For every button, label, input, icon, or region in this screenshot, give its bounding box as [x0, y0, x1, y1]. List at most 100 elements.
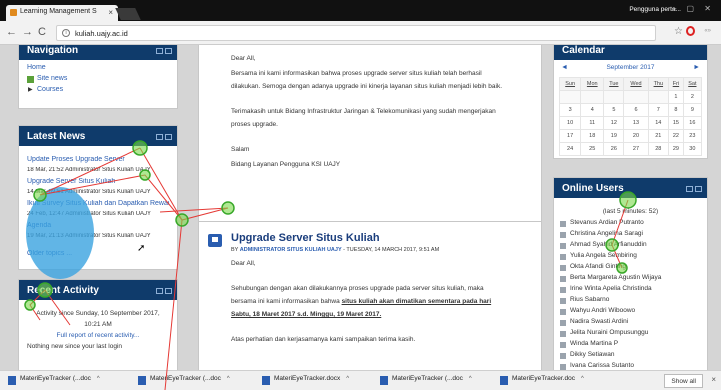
calendar-day[interactable]: 24 [558, 142, 582, 156]
extensions-icon[interactable]: «» [704, 28, 711, 34]
caret-up-icon[interactable]: ^ [346, 376, 349, 382]
online-user-item[interactable]: Yulia Angela Sembiring [560, 252, 701, 263]
online-users-subtitle: (last 5 minutes: 52) [602, 208, 659, 215]
block-controls-icon[interactable] [684, 184, 702, 195]
block-controls-icon[interactable] [154, 46, 172, 57]
online-user-item[interactable]: Ivana Carissa Sutanto [560, 362, 701, 370]
caret-up-icon[interactable]: ^ [97, 376, 100, 382]
calendar-day[interactable]: 3 [558, 103, 582, 117]
calendar-day[interactable]: 8 [668, 103, 684, 117]
bookmark-star-icon[interactable]: ☆ [674, 26, 683, 37]
post-paragraph: Sehubungan dengan akan dilakukannya pros… [231, 285, 484, 292]
calendar-day[interactable]: 16 [682, 116, 703, 130]
calendar-prev-icon[interactable]: ◄ [561, 64, 568, 71]
post-date: - TUESDAY, 14 MARCH 2017, 9:51 AM [341, 247, 440, 253]
nav-courses-link[interactable]: ▶ Courses [27, 86, 169, 97]
page-content: Navigation Home Site news ▶ Courses Late… [0, 45, 721, 370]
word-doc-icon [500, 376, 508, 385]
calendar-day[interactable]: 19 [603, 129, 625, 143]
calendar-day[interactable]: 18 [580, 129, 605, 143]
block-controls-icon[interactable] [154, 286, 172, 297]
navigation-block: Navigation Home Site news ▶ Courses [18, 45, 178, 109]
calendar-day[interactable]: 20 [623, 129, 649, 143]
download-item[interactable]: MateriEyeTracker.docx ^ [262, 375, 349, 388]
calendar-day[interactable]: 17 [558, 129, 582, 143]
navigation-title: Navigation [27, 45, 79, 56]
online-user-item[interactable]: Winda Martina P [560, 340, 701, 351]
calendar-day[interactable]: 23 [682, 129, 703, 143]
calendar-day[interactable]: 2 [682, 90, 703, 104]
online-user-item[interactable]: Jelita Nuraini Ompusunggu [560, 329, 701, 340]
close-shelf-icon[interactable]: × [711, 375, 716, 384]
caret-up-icon[interactable]: ^ [581, 376, 584, 382]
calendar-day[interactable]: 6 [623, 103, 649, 117]
post-greeting: Dear All, [231, 55, 256, 62]
expand-triangle-icon[interactable]: ▶ [28, 86, 33, 93]
news-item-title[interactable]: Upgrade Server Situs Kuliah [27, 178, 169, 189]
calendar-day[interactable]: 11 [580, 116, 605, 130]
word-doc-icon [262, 376, 270, 385]
tab-close-icon[interactable]: × [108, 8, 113, 17]
calendar-day[interactable]: 25 [580, 142, 605, 156]
calendar-day[interactable]: 22 [668, 129, 684, 143]
calendar-day[interactable]: 15 [668, 116, 684, 130]
online-user-item[interactable]: Christina Angelina Saragi [560, 230, 701, 241]
download-item[interactable]: MateriEyeTracker (...doc ^ [8, 375, 100, 388]
download-item[interactable]: MateriEyeTracker (...doc ^ [380, 375, 472, 388]
download-item[interactable]: MateriEyeTracker (...doc ^ [138, 375, 230, 388]
back-arrow-icon[interactable]: ← [6, 26, 17, 38]
online-user-item[interactable]: Okta Afandi Ginting [560, 263, 701, 274]
address-bar[interactable]: i kuliah.uajy.ac.id [56, 25, 656, 41]
nav-site-news-link[interactable]: Site news [27, 75, 169, 86]
calendar-day[interactable]: 9 [682, 103, 703, 117]
online-user-item[interactable]: Wahyu Andri Wiboowo [560, 307, 701, 318]
browser-tab[interactable]: Learning Management S × [6, 5, 118, 21]
nav-home-link[interactable]: Home [27, 64, 169, 75]
calendar-weekday: Wed [623, 77, 649, 91]
forum-icon [27, 76, 34, 83]
online-user-item[interactable]: Ahmad Syahid Arfianuddin [560, 241, 701, 252]
calendar-day[interactable]: 14 [647, 116, 670, 130]
post-title-link[interactable]: Upgrade Server Situs Kuliah [231, 232, 541, 244]
calendar-day[interactable]: 13 [623, 116, 649, 130]
calendar-next-icon[interactable]: ► [693, 64, 700, 71]
calendar-day[interactable]: 29 [668, 142, 684, 156]
calendar-day[interactable]: 10 [558, 116, 582, 130]
online-user-item[interactable]: Berta Margareta Agustin Wijaya [560, 274, 701, 285]
news-item-title[interactable]: Update Proses Upgrade Server [27, 156, 169, 167]
block-controls-icon[interactable] [154, 132, 172, 143]
calendar-month[interactable]: September 2017 [606, 64, 654, 71]
new-tab-button[interactable] [115, 8, 141, 20]
calendar-day[interactable]: 12 [603, 116, 625, 130]
online-user-item[interactable]: Irine Winta Apelia Christinda [560, 285, 701, 296]
online-user-item[interactable]: Stevanus Ardian Putranto [560, 219, 701, 230]
tab-title: Learning Management S [20, 8, 97, 15]
full-report-link[interactable]: Full report of recent activity... [27, 332, 169, 343]
calendar-day[interactable]: 7 [647, 103, 670, 117]
forward-arrow-icon[interactable]: → [22, 26, 33, 38]
news-item-title[interactable]: Agenda [27, 222, 169, 233]
calendar-day[interactable]: 5 [603, 103, 625, 117]
online-user-item[interactable]: Dikky Setiawan [560, 351, 701, 362]
calendar-day[interactable]: 26 [603, 142, 625, 156]
calendar-day[interactable]: 1 [668, 90, 684, 104]
opera-extension-icon[interactable] [686, 26, 695, 36]
calendar-day [623, 90, 649, 104]
calendar-day[interactable]: 21 [647, 129, 670, 143]
calendar-day[interactable]: 28 [647, 142, 670, 156]
download-item[interactable]: MateriEyeTracker.doc ^ [500, 375, 584, 388]
reload-icon[interactable]: C [38, 26, 46, 38]
info-icon[interactable]: i [62, 29, 70, 37]
calendar-day[interactable]: 30 [682, 142, 703, 156]
show-all-button[interactable]: Show all [664, 374, 703, 388]
post-author-link[interactable]: ADMINISTRATOR SITUS KULIAH UAJY [240, 247, 342, 253]
online-user-item[interactable]: Rius Sabarno [560, 296, 701, 307]
calendar-day[interactable]: 4 [580, 103, 605, 117]
calendar-day[interactable]: 27 [623, 142, 649, 156]
online-user-item[interactable]: Nadira Swasti Ardini [560, 318, 701, 329]
older-topics-link[interactable]: Older topics ... [27, 250, 169, 261]
caret-up-icon[interactable]: ^ [227, 376, 230, 382]
window-controls-icon[interactable]: – ▢ ✕ [672, 4, 715, 13]
news-item-title[interactable]: Ikuti Survey Situs Kuliah dan Dapatkan R… [27, 200, 169, 211]
caret-up-icon[interactable]: ^ [469, 376, 472, 382]
